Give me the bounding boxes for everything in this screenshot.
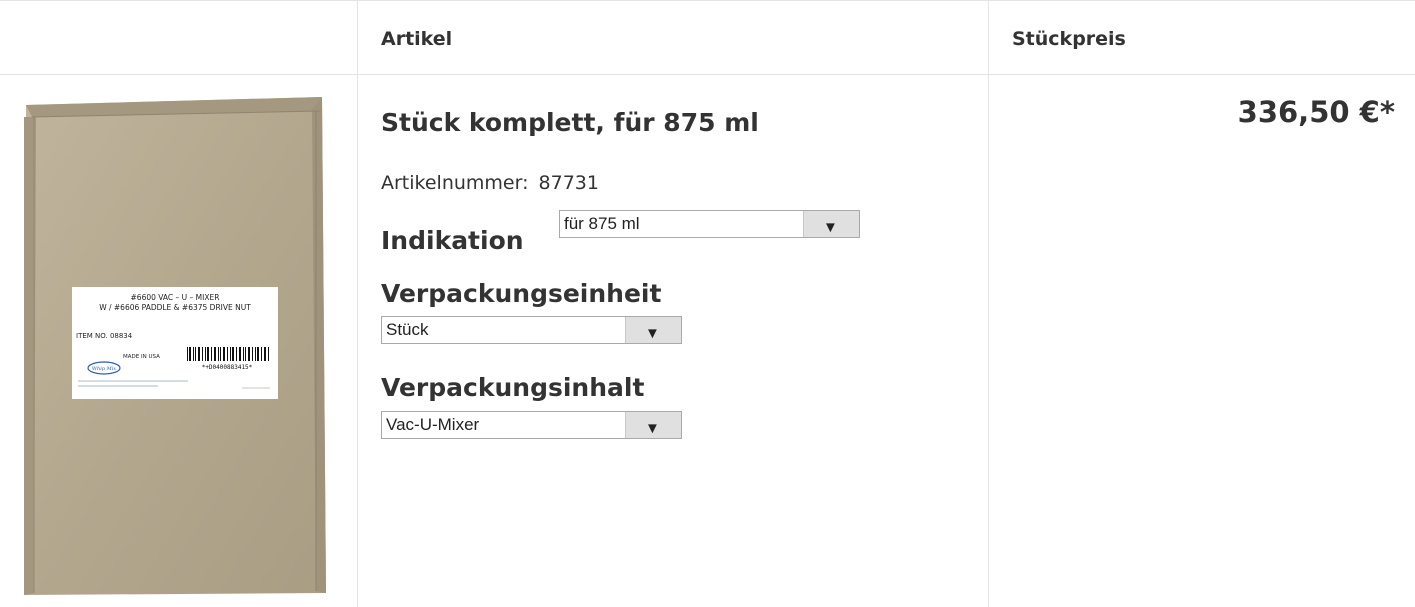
verpackungseinheit-select[interactable]: Stück ▼: [381, 316, 682, 344]
indikation-selected-value: für 875 ml: [564, 214, 640, 233]
indikation-label: Indikation: [381, 226, 524, 255]
label-line1: #6600 VAC – U – MIXER: [131, 293, 220, 302]
header-top-border: [0, 0, 1415, 1]
cardboard-box-illustration: #6600 VAC – U – MIXER W / #6606 PADDLE &…: [24, 97, 326, 595]
dropdown-arrow[interactable]: ▼: [625, 317, 681, 343]
column-divider-left: [357, 0, 358, 607]
label-item-no: ITEM NO. 08834: [76, 332, 133, 340]
logo-text: Whip Mix: [92, 366, 116, 372]
article-number-value: 87731: [538, 172, 599, 194]
barcode-text: *+D0400883415*: [202, 364, 253, 371]
article-number: Artikelnummer: 87731: [381, 172, 599, 194]
label-made-in: MADE IN USA: [123, 354, 160, 360]
verpackungsinhalt-selected-value: Vac-U-Mixer: [386, 415, 480, 434]
unit-price: 336,50 €*: [1237, 95, 1395, 129]
column-divider-right: [988, 0, 989, 607]
product-title[interactable]: Stück komplett, für 875 ml: [381, 108, 759, 137]
header-bottom-border: [0, 74, 1415, 75]
chevron-down-icon: ▼: [823, 219, 838, 236]
dropdown-arrow[interactable]: ▼: [625, 412, 681, 438]
verpackungseinheit-label: Verpackungseinheit: [381, 279, 662, 308]
chevron-down-icon: ▼: [645, 325, 660, 342]
chevron-down-icon: ▼: [645, 420, 660, 437]
verpackungseinheit-selected-value: Stück: [386, 320, 429, 339]
column-header-unit-price: Stückpreis: [1012, 28, 1126, 50]
dropdown-arrow[interactable]: ▼: [803, 211, 859, 237]
verpackungsinhalt-label: Verpackungsinhalt: [381, 373, 645, 402]
verpackungsinhalt-select[interactable]: Vac-U-Mixer ▼: [381, 411, 682, 439]
indikation-select[interactable]: für 875 ml ▼: [559, 210, 860, 238]
article-number-label: Artikelnummer:: [381, 172, 529, 194]
column-header-article: Artikel: [381, 28, 453, 50]
label-line2: W / #6606 PADDLE & #6375 DRIVE NUT: [99, 303, 251, 312]
product-image[interactable]: #6600 VAC – U – MIXER W / #6606 PADDLE &…: [22, 97, 330, 597]
